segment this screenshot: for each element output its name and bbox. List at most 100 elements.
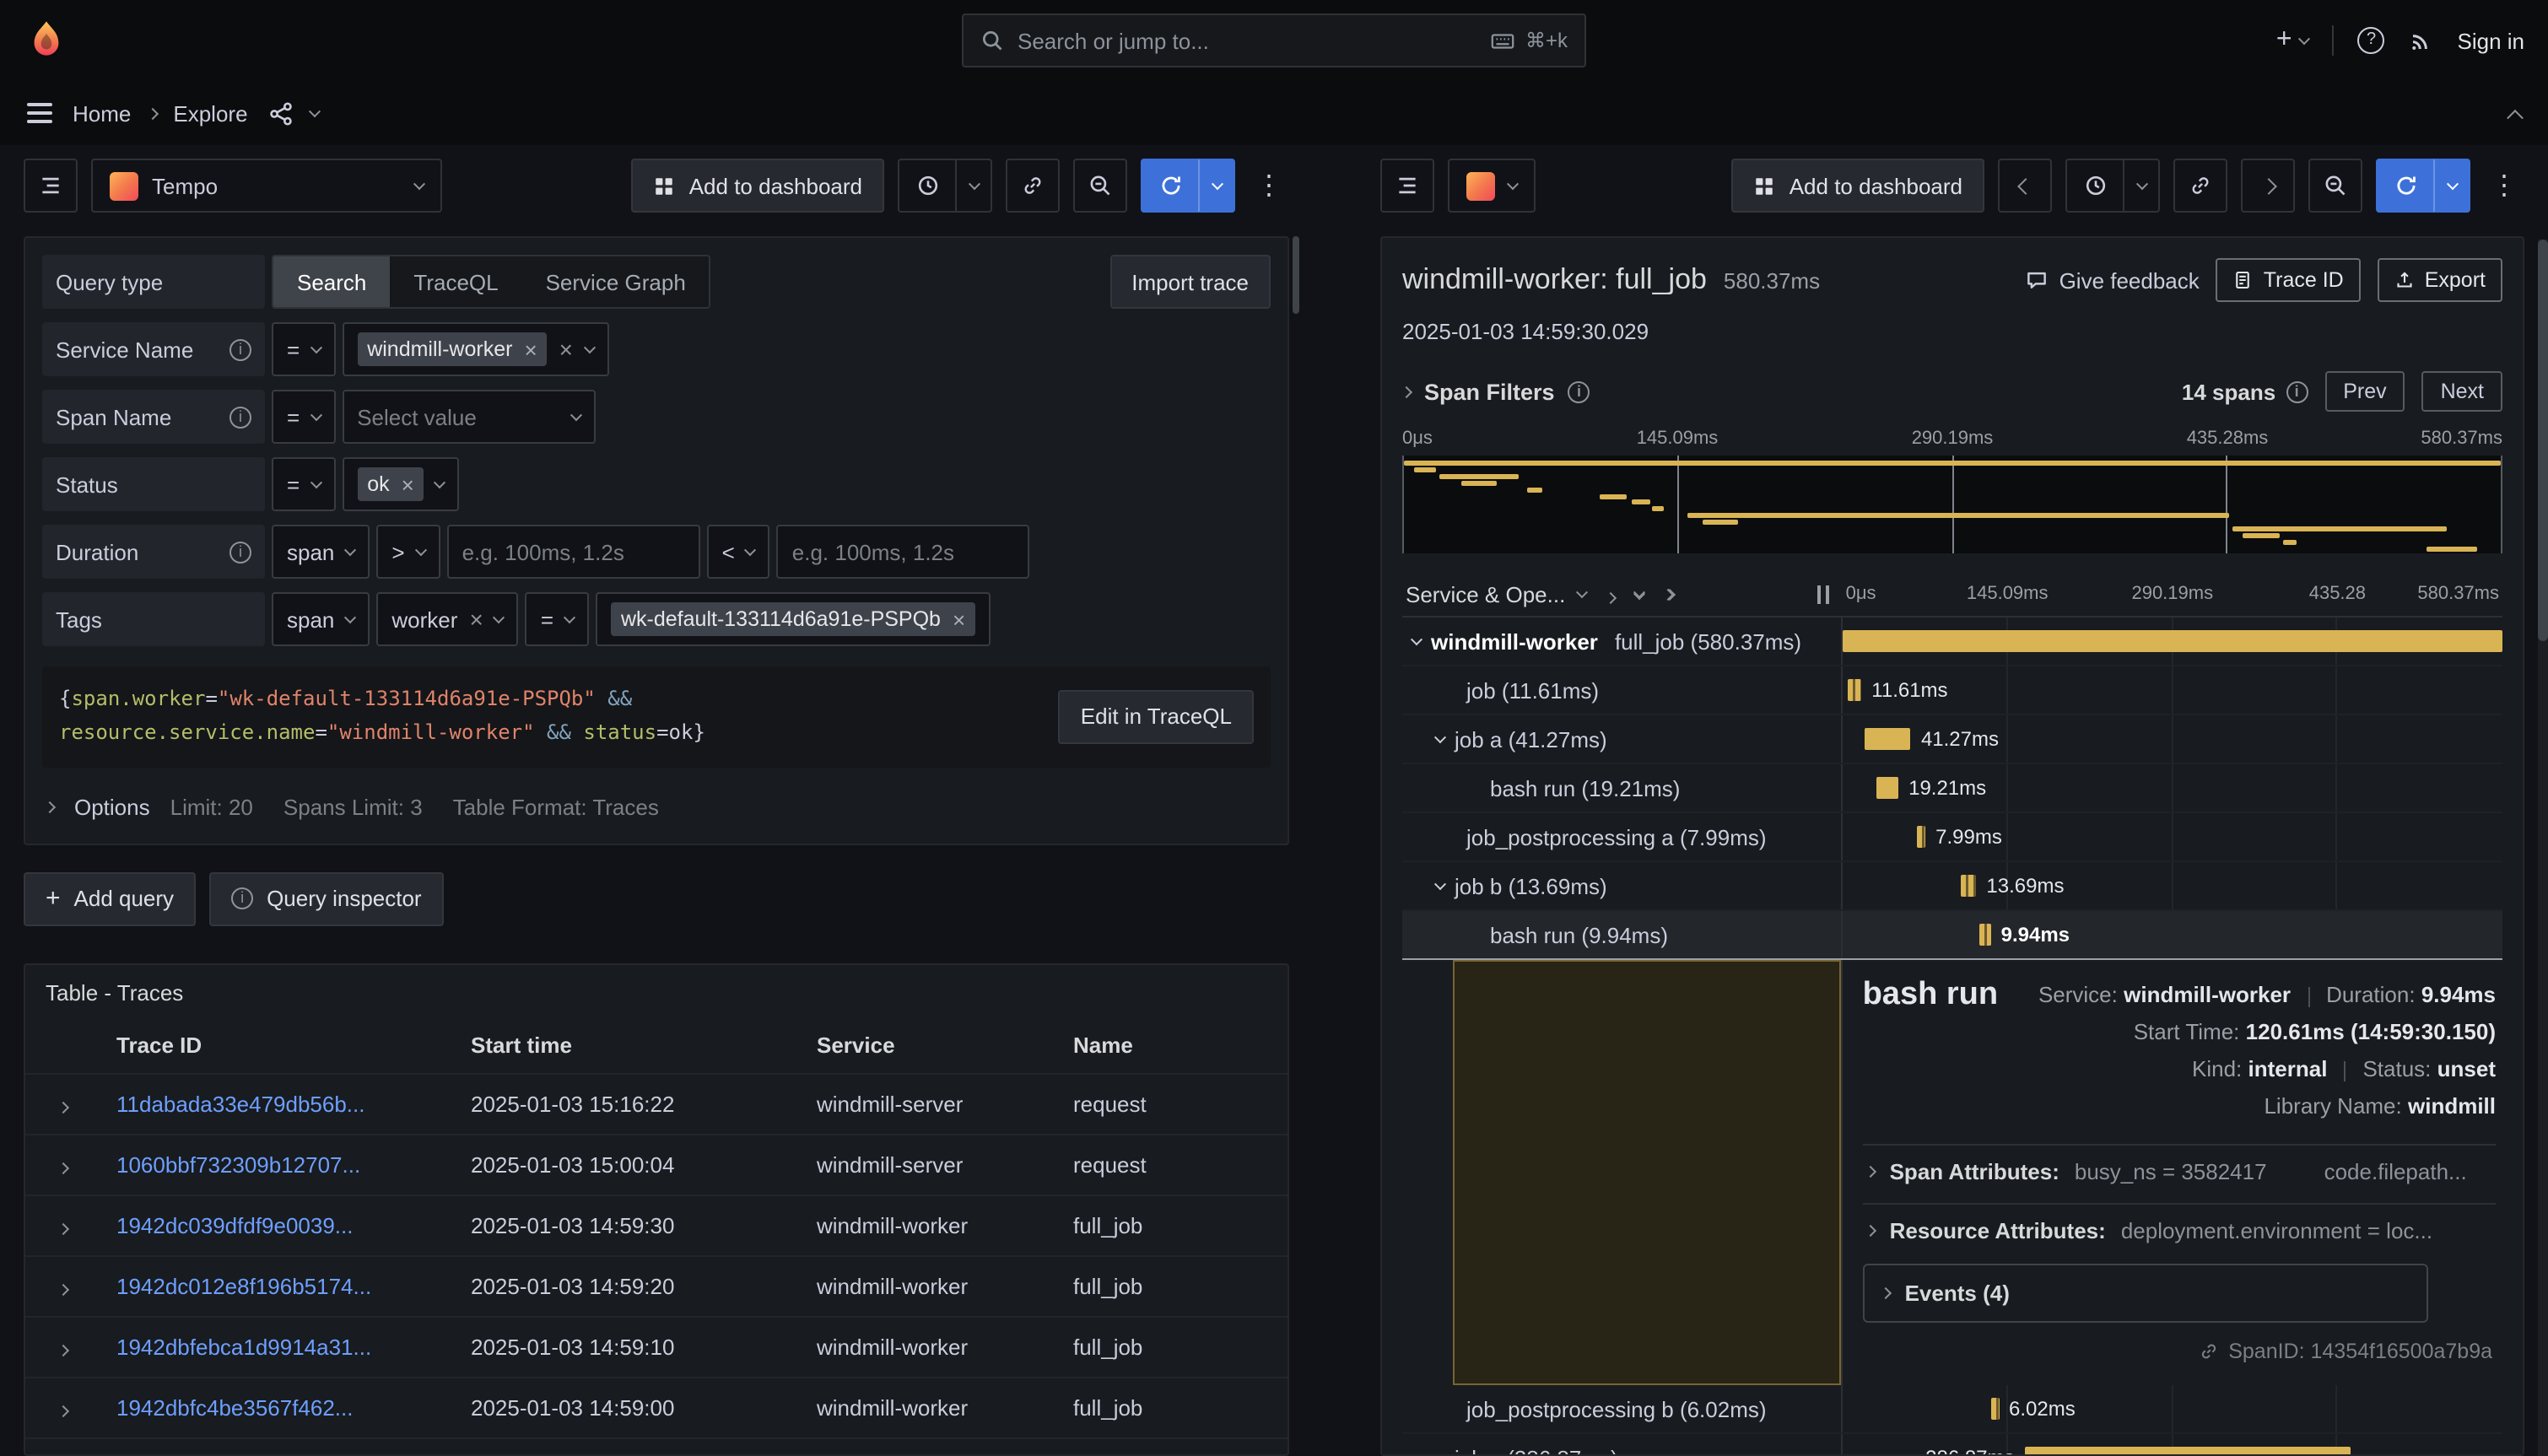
column-resize-handle[interactable] <box>1817 585 1829 604</box>
export-button[interactable]: Export <box>2378 258 2502 302</box>
time-picker-caret[interactable] <box>955 159 992 213</box>
shift-time-forward-button[interactable] <box>2241 159 2295 213</box>
status-value-select[interactable]: ok× <box>342 457 460 511</box>
left-pane-scrollbar[interactable] <box>1293 236 1299 314</box>
span-bar[interactable] <box>2025 1447 2351 1456</box>
clear-icon[interactable]: × <box>469 607 483 631</box>
datasource-picker[interactable] <box>1448 159 1536 213</box>
row-expand-icon[interactable] <box>57 1283 68 1295</box>
row-expand-icon[interactable] <box>57 1101 68 1113</box>
share-caret-icon[interactable] <box>308 105 320 116</box>
table-row[interactable]: 1942dbfc4be3567f462...2025-01-03 14:59:0… <box>25 1377 1287 1437</box>
share-icon[interactable] <box>268 100 294 126</box>
query-type-tab-service-graph[interactable]: Service Graph <box>522 256 710 307</box>
row-expand-icon[interactable] <box>57 1405 68 1416</box>
span-bar[interactable] <box>1961 875 1977 897</box>
next-button[interactable]: Next <box>2422 371 2502 412</box>
span-bar[interactable] <box>1864 728 1911 750</box>
collapse-one-icon[interactable] <box>1606 582 1614 607</box>
span-expand-icon[interactable] <box>1434 1449 1446 1456</box>
tags-value-select[interactable]: wk-default-133114d6a91e-PSPQb× <box>596 592 991 646</box>
shift-time-back-button[interactable] <box>1998 159 2052 213</box>
span-row[interactable]: bash run (19.21ms)19.21ms <box>1402 764 2502 813</box>
table-row[interactable]: 1942dc012e8f196b5174...2025-01-03 14:59:… <box>25 1255 1287 1316</box>
time-picker-button[interactable] <box>2065 159 2123 213</box>
run-query-caret[interactable] <box>1198 159 1235 213</box>
clear-icon[interactable]: × <box>559 337 573 361</box>
span-bar[interactable] <box>1916 826 1925 848</box>
duration-gt-select[interactable]: > <box>376 525 440 579</box>
zoom-out-button[interactable] <box>2308 159 2362 213</box>
span-attributes-toggle[interactable]: Span Attributes: busy_ns = 3582417 code.… <box>1863 1144 2496 1184</box>
column-header[interactable]: Name <box>1056 1017 1287 1073</box>
span-row[interactable]: job_postprocessing a (7.99ms)7.99ms <box>1402 813 2502 862</box>
query-outline-button[interactable] <box>1380 159 1434 213</box>
span-bar[interactable] <box>1876 777 1898 799</box>
remove-chip-icon[interactable]: × <box>953 608 965 630</box>
column-header[interactable]: Trace ID <box>100 1017 454 1073</box>
run-query-button[interactable] <box>1141 159 1198 213</box>
table-row[interactable]: 11dabada33e479db56b...2025-01-03 15:16:2… <box>25 1073 1287 1134</box>
duration-lt-select[interactable]: < <box>707 525 770 579</box>
tags-scope-select[interactable]: span <box>272 592 370 646</box>
row-expand-icon[interactable] <box>57 1344 68 1356</box>
trace-id-link[interactable]: 1942dc039dfdf9e0039... <box>116 1212 354 1238</box>
breadcrumb-home[interactable]: Home <box>73 100 131 126</box>
query-type-tab-traceql[interactable]: TraceQL <box>390 256 521 307</box>
row-expand-icon[interactable] <box>57 1162 68 1173</box>
expand-all-icon[interactable] <box>1634 590 1643 600</box>
trace-id-link[interactable]: 1060bbf732309b12707... <box>116 1151 360 1177</box>
span-bar[interactable] <box>1991 1398 1999 1420</box>
pane-menu-icon[interactable]: ⋮ <box>1249 169 1289 202</box>
trace-id-button[interactable]: Trace ID <box>2216 258 2361 302</box>
service-name-value-select[interactable]: windmill-worker× × <box>342 322 608 376</box>
span-expand-icon[interactable] <box>1411 633 1422 644</box>
span-bar[interactable] <box>1979 924 1990 946</box>
edit-in-traceql-button[interactable]: Edit in TraceQL <box>1059 690 1254 744</box>
time-picker-caret[interactable] <box>2123 159 2160 213</box>
query-options-toggle[interactable]: Options Limit: 20Spans Limit: 3Table For… <box>42 787 1271 826</box>
give-feedback-button[interactable]: Give feedback <box>2026 267 2200 293</box>
span-name-operator-select[interactable]: = <box>272 390 335 444</box>
resource-attributes-toggle[interactable]: Resource Attributes: deployment.environm… <box>1863 1203 2496 1243</box>
add-query-button[interactable]: +Add query <box>24 871 196 925</box>
span-row[interactable]: job (11.61ms)11.61ms <box>1402 666 2502 715</box>
tags-key-select[interactable]: worker× <box>376 592 518 646</box>
run-query-caret[interactable] <box>2433 159 2470 213</box>
tags-operator-select[interactable]: = <box>526 592 589 646</box>
query-type-tab-search[interactable]: Search <box>273 256 390 307</box>
time-picker-button[interactable] <box>898 159 955 213</box>
sign-in-link[interactable]: Sign in <box>2458 28 2525 53</box>
import-trace-button[interactable]: Import trace <box>1109 255 1271 309</box>
row-expand-icon[interactable] <box>57 1222 68 1234</box>
pane-menu-icon[interactable]: ⋮ <box>2484 169 2524 202</box>
news-rss-icon[interactable] <box>2409 28 2434 53</box>
minimap-canvas[interactable] <box>1402 456 2502 553</box>
trace-id-link[interactable]: 11dabada33e479db56b... <box>116 1091 365 1116</box>
column-header-service-operation[interactable]: Service & Ope... <box>1406 582 1585 607</box>
collapse-top-icon[interactable] <box>2509 100 2521 126</box>
right-pane-scrollbar[interactable] <box>2538 240 2548 1456</box>
span-row[interactable]: job_postprocessing b (6.02ms)6.02ms <box>1402 1385 2502 1434</box>
add-to-dashboard-button[interactable]: Add to dashboard <box>1732 159 1984 213</box>
trace-minimap[interactable]: 0μs145.09ms290.19ms435.28ms580.37ms <box>1402 429 2502 553</box>
run-query-button[interactable] <box>2376 159 2433 213</box>
collapse-all-icon[interactable] <box>1663 590 1673 599</box>
span-row[interactable]: job a (41.27ms)41.27ms <box>1402 715 2502 764</box>
table-row[interactable]: 1942dbfebca1d9914a31...2025-01-03 14:59:… <box>25 1316 1287 1377</box>
table-row[interactable]: 1942dc039dfdf9e0039...2025-01-03 14:59:3… <box>25 1194 1287 1255</box>
datasource-picker[interactable]: Tempo <box>91 159 442 213</box>
selected-span-block[interactable] <box>1453 960 1841 1385</box>
events-toggle[interactable]: Events (4) <box>1863 1264 2428 1323</box>
table-row[interactable]: 1060bbf732309b12707...2025-01-03 15:00:0… <box>25 1134 1287 1194</box>
span-bar[interactable] <box>1849 679 1862 701</box>
remove-chip-icon[interactable]: × <box>524 338 537 360</box>
grafana-logo[interactable] <box>24 18 69 63</box>
service-name-operator-select[interactable]: = <box>272 322 335 376</box>
status-operator-select[interactable]: = <box>272 457 335 511</box>
column-header[interactable]: Start time <box>454 1017 800 1073</box>
span-row[interactable]: job c (286.87ms)286.87ms <box>1402 1434 2502 1456</box>
remove-chip-icon[interactable]: × <box>402 473 414 495</box>
span-row[interactable]: windmill-workerfull_job (580.37ms) <box>1402 617 2502 666</box>
span-name-value-select[interactable]: Select value <box>342 390 595 444</box>
